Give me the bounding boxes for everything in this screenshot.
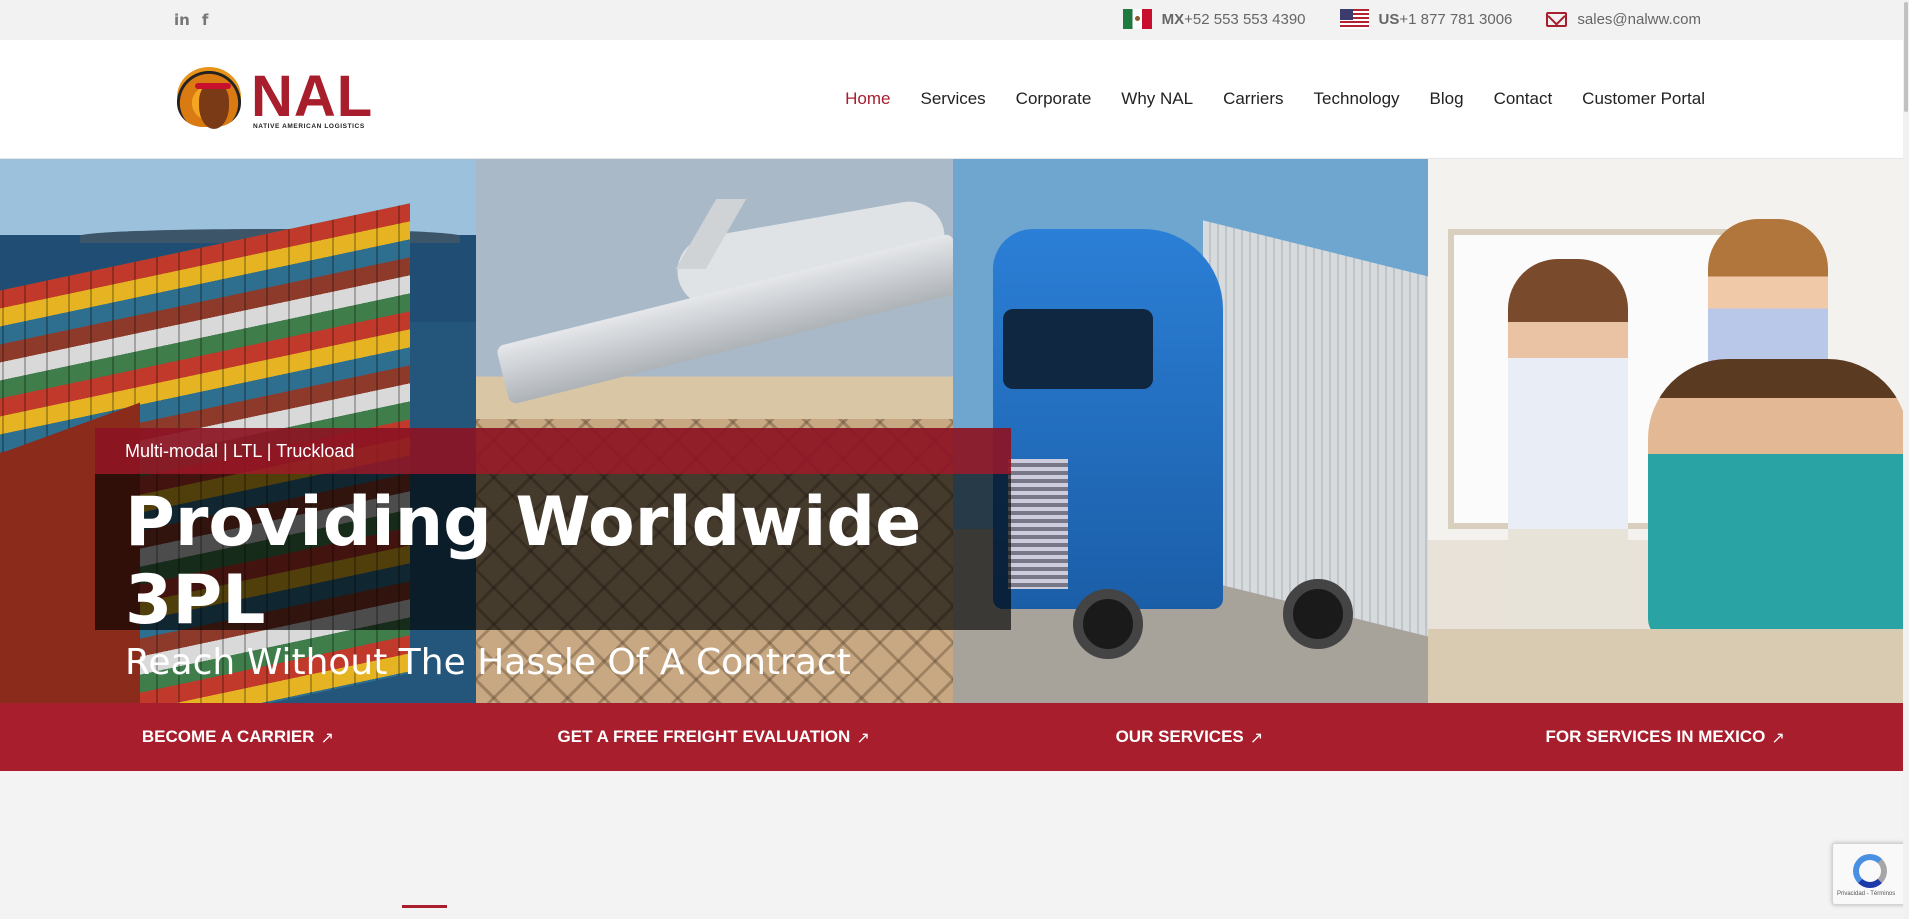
freight-evaluation-button[interactable]: GET A FREE FREIGHT EVALUATION ↗ bbox=[476, 703, 952, 771]
top-bar: in f MX+52 553 553 4390 US+1 877 781 300… bbox=[0, 0, 1909, 40]
phone-mx-code: MX bbox=[1161, 10, 1185, 28]
hero-text-box: Providing Worldwide 3PL Reach Without Th… bbox=[95, 474, 1011, 683]
recaptcha-terms[interactable]: Privacidad - Términos bbox=[1837, 891, 1895, 897]
section-accent-line bbox=[402, 905, 447, 908]
arrow-up-right-icon: ↗ bbox=[1771, 727, 1785, 747]
phone-us-number: +1 877 781 3006 bbox=[1399, 10, 1513, 28]
phone-mx[interactable]: MX+52 553 553 4390 bbox=[1122, 9, 1306, 29]
facebook-icon[interactable]: f bbox=[202, 11, 209, 29]
hero-tagline: Multi-modal | LTL | Truckload bbox=[95, 428, 1011, 474]
arrow-up-right-icon: ↗ bbox=[320, 727, 334, 747]
hero-title: Providing Worldwide 3PL bbox=[125, 483, 922, 640]
hero-subtitle: Reach Without The Hassle Of A Contract bbox=[125, 642, 851, 683]
mail-icon bbox=[1546, 11, 1568, 27]
nav-blog[interactable]: Blog bbox=[1430, 89, 1464, 109]
nav-technology[interactable]: Technology bbox=[1314, 89, 1400, 109]
logo-wordmark: NAL bbox=[251, 63, 374, 129]
mexico-flag-icon bbox=[1122, 9, 1152, 29]
nav-why-nal[interactable]: Why NAL bbox=[1121, 89, 1193, 109]
our-services-button[interactable]: OUR SERVICES ↗ bbox=[952, 703, 1428, 771]
arrow-up-right-icon: ↗ bbox=[1249, 727, 1264, 747]
become-carrier-button[interactable]: BECOME A CARRIER ↗ bbox=[0, 703, 476, 771]
scrollbar-thumb[interactable] bbox=[1904, 2, 1908, 112]
nav-home[interactable]: Home bbox=[845, 89, 890, 109]
phone-us-code: US bbox=[1378, 10, 1400, 28]
social-links: in f bbox=[174, 11, 208, 29]
linkedin-icon[interactable]: in bbox=[174, 11, 190, 29]
chief-headdress-icon bbox=[177, 65, 249, 135]
arrow-up-right-icon: ↗ bbox=[856, 727, 870, 747]
recaptcha-icon bbox=[1853, 854, 1887, 888]
email-address: sales@nalww.com bbox=[1577, 10, 1701, 28]
phone-us[interactable]: US+1 877 781 3006 bbox=[1339, 9, 1513, 29]
nav-carriers[interactable]: Carriers bbox=[1223, 89, 1283, 109]
email-link[interactable]: sales@nalww.com bbox=[1546, 11, 1701, 28]
office-team-image bbox=[1428, 159, 1903, 703]
contact-info: MX+52 553 553 4390 US+1 877 781 3006 sal… bbox=[1122, 9, 1701, 29]
nal-logo[interactable]: NAL NATIVE AMERICAN LOGISTICS bbox=[177, 60, 397, 140]
blue-truck-image bbox=[953, 159, 1428, 703]
site-header: NAL NATIVE AMERICAN LOGISTICS Home Servi… bbox=[0, 40, 1903, 159]
logo-subtitle: NATIVE AMERICAN LOGISTICS bbox=[253, 122, 365, 130]
phone-mx-number: +52 553 553 4390 bbox=[1184, 10, 1306, 28]
usa-flag-icon bbox=[1339, 9, 1369, 29]
nav-corporate[interactable]: Corporate bbox=[1016, 89, 1092, 109]
nav-customer-portal[interactable]: Customer Portal bbox=[1582, 89, 1705, 109]
recaptcha-badge[interactable]: Privacidad - Términos bbox=[1832, 843, 1909, 905]
main-nav: Home Services Corporate Why NAL Carriers… bbox=[845, 89, 1705, 109]
nav-contact[interactable]: Contact bbox=[1494, 89, 1553, 109]
mexico-services-button[interactable]: FOR SERVICES IN MEXICO ↗ bbox=[1427, 703, 1903, 771]
nav-services[interactable]: Services bbox=[920, 89, 985, 109]
cta-bar: BECOME A CARRIER ↗ GET A FREE FREIGHT EVA… bbox=[0, 703, 1903, 771]
scrollbar[interactable] bbox=[1903, 0, 1909, 919]
